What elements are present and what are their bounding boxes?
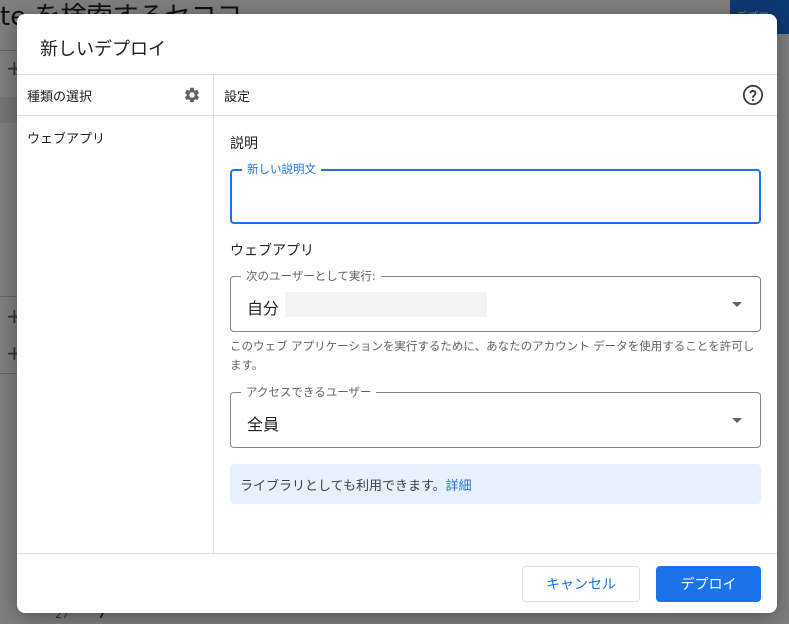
cancel-button[interactable]: キャンセル xyxy=(522,566,640,602)
footer-divider xyxy=(17,553,777,554)
caret-down-icon xyxy=(732,418,742,423)
execute-as-select[interactable]: 次のユーザーとして実行: 自分 xyxy=(230,268,761,332)
dialog-title: 新しいデプロイ xyxy=(40,39,166,60)
access-value: 全員 xyxy=(247,415,280,434)
details-link[interactable]: 詳細 xyxy=(446,479,472,494)
access-label: アクセスできるユーザー xyxy=(241,384,377,400)
settings-panel-divider xyxy=(214,115,777,116)
library-info-text: ライブラリとしても利用できます。 xyxy=(240,479,446,494)
redacted-account-email xyxy=(285,292,487,317)
type-panel-divider xyxy=(17,115,213,116)
access-select[interactable]: アクセスできるユーザー 全員 xyxy=(230,384,761,448)
deploy-button[interactable]: デプロイ xyxy=(656,566,761,602)
description-section-label: 説明 xyxy=(230,136,258,152)
type-select-header: 種類の選択 xyxy=(27,90,93,105)
execute-as-hint: このウェブ アプリケーションを実行するために、あなたのアカウント データを使用す… xyxy=(230,339,755,372)
execute-as-label: 次のユーザーとして実行: xyxy=(241,268,381,284)
caret-down-icon xyxy=(732,302,742,307)
library-info-banner: ライブラリとしても利用できます。詳細 xyxy=(230,464,761,504)
execute-as-value: 自分 xyxy=(247,299,280,318)
type-item-webapp[interactable]: ウェブアプリ xyxy=(27,128,105,147)
header-divider xyxy=(17,74,777,75)
webapp-section-label: ウェブアプリ xyxy=(230,243,314,259)
description-field-label: 新しい説明文 xyxy=(242,161,321,177)
settings-header: 設定 xyxy=(224,90,251,105)
description-input[interactable] xyxy=(244,183,747,211)
help-icon[interactable] xyxy=(742,84,764,106)
panel-separator xyxy=(213,75,214,553)
gear-icon[interactable] xyxy=(183,86,201,104)
description-field: 新しい説明文 xyxy=(230,161,761,224)
new-deployment-dialog: 新しいデプロイ 種類の選択 ウェブアプリ 設定 説明 新しい説明文 ウェブアプリ… xyxy=(17,14,777,613)
